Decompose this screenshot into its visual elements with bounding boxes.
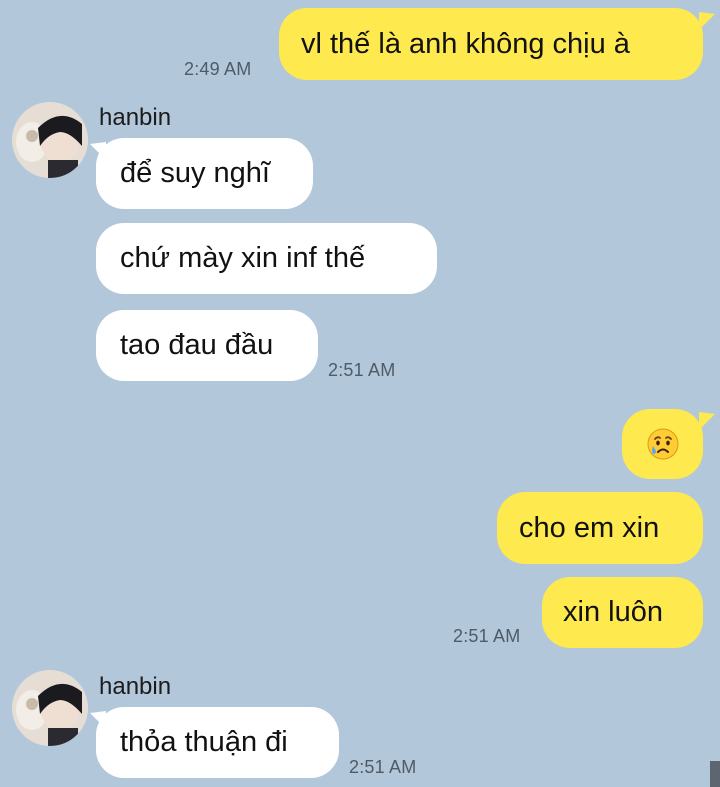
message-timestamp: 2:49 AM [184,59,252,79]
scrollbar-thumb[interactable] [710,761,720,787]
message-text: để suy nghĩ [120,157,270,189]
contact-avatar[interactable] [12,670,88,746]
message-text: thỏa thuận đi [120,726,288,758]
message-timestamp: 2:51 AM [453,626,521,646]
avatar-image [12,102,88,178]
contact-avatar[interactable] [12,102,88,178]
sad-relieved-face-emoji-icon [646,427,680,461]
message-text: cho em xin [519,511,660,544]
bubble-tail [699,412,715,430]
my-message-bubble[interactable]: cho em xin [497,492,703,564]
my-message-bubble[interactable]: xin luôn [542,577,703,648]
message-text: xin luôn [563,596,663,628]
their-message-bubble[interactable]: thỏa thuận đi [96,707,339,778]
their-message-bubble[interactable]: tao đau đầu [96,310,318,381]
message-text: chứ mày xin inf thế [120,242,366,274]
message-timestamp: 2:51 AM [328,360,396,380]
their-message-bubble[interactable]: chứ mày xin inf thế [96,223,437,294]
message-timestamp: 2:51 AM [349,757,417,777]
their-message-bubble[interactable]: để suy nghĩ [96,138,313,209]
chat-screen: { "messages": [ {"sender": "me", "text":… [0,0,720,787]
sender-name: hanbin [99,673,172,700]
sender-name: hanbin [99,104,172,131]
message-text: vl thế là anh không chịu à [301,27,630,60]
my-message-bubble[interactable]: vl thế là anh không chịu à [279,8,703,80]
my-emoji-bubble[interactable] [622,409,703,479]
bubble-tail [699,12,715,30]
message-text: tao đau đầu [120,329,274,361]
avatar-image [12,670,88,746]
